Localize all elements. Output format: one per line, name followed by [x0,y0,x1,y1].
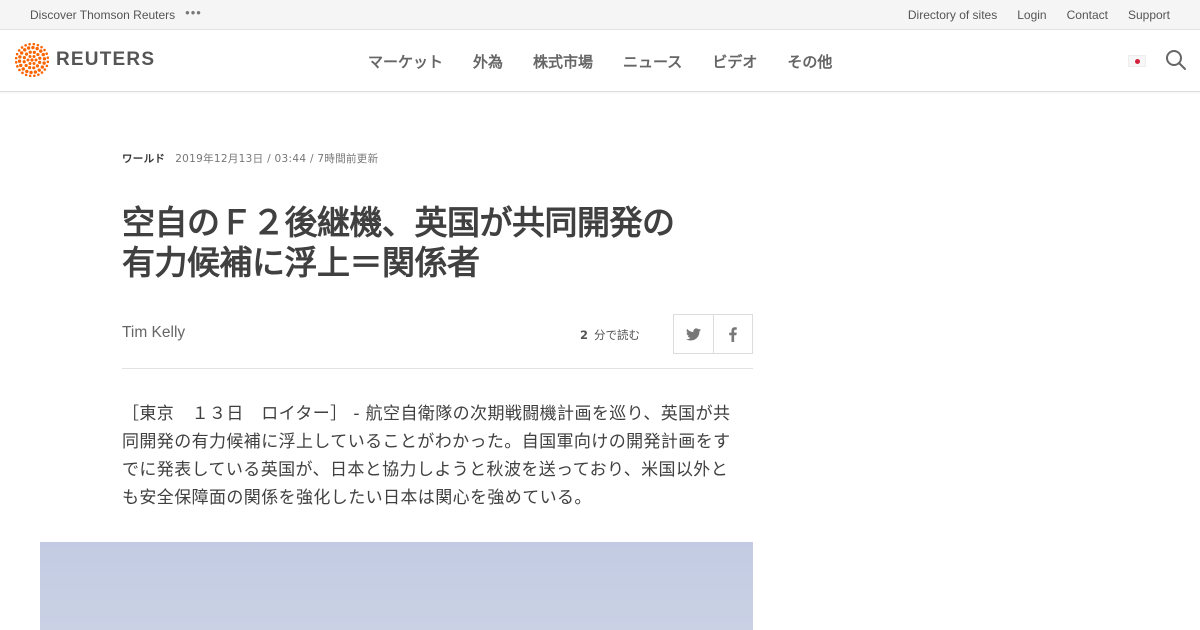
nav-item-forex[interactable]: 外為 [473,51,503,72]
read-minutes: 2 [580,328,589,342]
nav-item-video[interactable]: ビデオ [712,51,757,72]
timestamp: 2019年12月13日 / 03:44 / 7時間前更新 [175,153,379,165]
nav-item-more[interactable]: その他 [787,51,832,72]
utility-bar: Discover Thomson Reuters ••• Directory o… [0,0,1200,30]
byline-row: Tim Kelly 2 分で読む [122,314,753,354]
discover-link[interactable]: Discover Thomson Reuters [30,8,175,22]
nav-item-market[interactable]: マーケット [368,51,443,72]
headline-line-2: 有力候補に浮上＝関係者 [122,243,480,282]
contact-link[interactable]: Contact [1067,8,1108,22]
share-buttons [673,314,753,354]
login-link[interactable]: Login [1017,8,1046,22]
support-link[interactable]: Support [1128,8,1170,22]
reuters-logo-mark-icon [15,43,49,77]
utility-links: Directory of sites Login Contact Support [908,0,1170,30]
reuters-logo[interactable]: REUTERS [15,43,155,77]
twitter-icon [685,327,701,340]
read-label: 分で読む [594,328,641,342]
author[interactable]: Tim Kelly [122,324,185,342]
article-body: ［東京 １３日 ロイター］ - 航空自衛隊の次期戦闘機計画を巡り、英国が共 同開… [122,400,762,512]
read-time: 2 分で読む [580,327,640,343]
article-meta: ワールド 2019年12月13日 / 03:44 / 7時間前更新 [122,151,378,166]
facebook-icon [729,326,737,342]
facebook-share-button[interactable] [712,315,752,353]
nav-item-stocks[interactable]: 株式市場 [533,51,593,72]
body-line-1: ［東京 １３日 ロイター］ - 航空自衛隊の次期戦闘機計画を巡り、英国が共 [122,404,731,424]
body-line-4: も安全保障面の関係を強化したい日本は関心を強めている。 [122,488,592,508]
headline: 空自のＦ２後継機、英国が共同開発の 有力候補に浮上＝関係者 [122,203,762,283]
headline-line-1: 空自のＦ２後継機、英国が共同開発の [122,203,675,242]
section-label[interactable]: ワールド [122,151,165,166]
more-icon[interactable]: ••• [185,5,202,20]
hero-image[interactable] [40,542,753,630]
japan-flag-icon[interactable] [1128,55,1146,67]
twitter-share-button[interactable] [674,315,713,353]
main-nav: マーケット 外為 株式市場 ニュース ビデオ その他 [368,30,832,92]
main-header: REUTERS マーケット 外為 株式市場 ニュース ビデオ その他 [0,30,1200,92]
divider [122,368,753,369]
body-line-2: 同開発の有力候補に浮上していることがわかった。自国軍向けの開発計画をす [122,432,731,452]
body-line-3: でに発表している英国が、日本と協力しようと秋波を送っており、米国以外と [122,460,729,480]
search-icon[interactable] [1165,49,1187,71]
directory-of-sites-link[interactable]: Directory of sites [908,8,997,22]
logo-text: REUTERS [56,49,156,70]
nav-item-news[interactable]: ニュース [623,51,682,72]
utility-left: Discover Thomson Reuters ••• [30,0,202,30]
